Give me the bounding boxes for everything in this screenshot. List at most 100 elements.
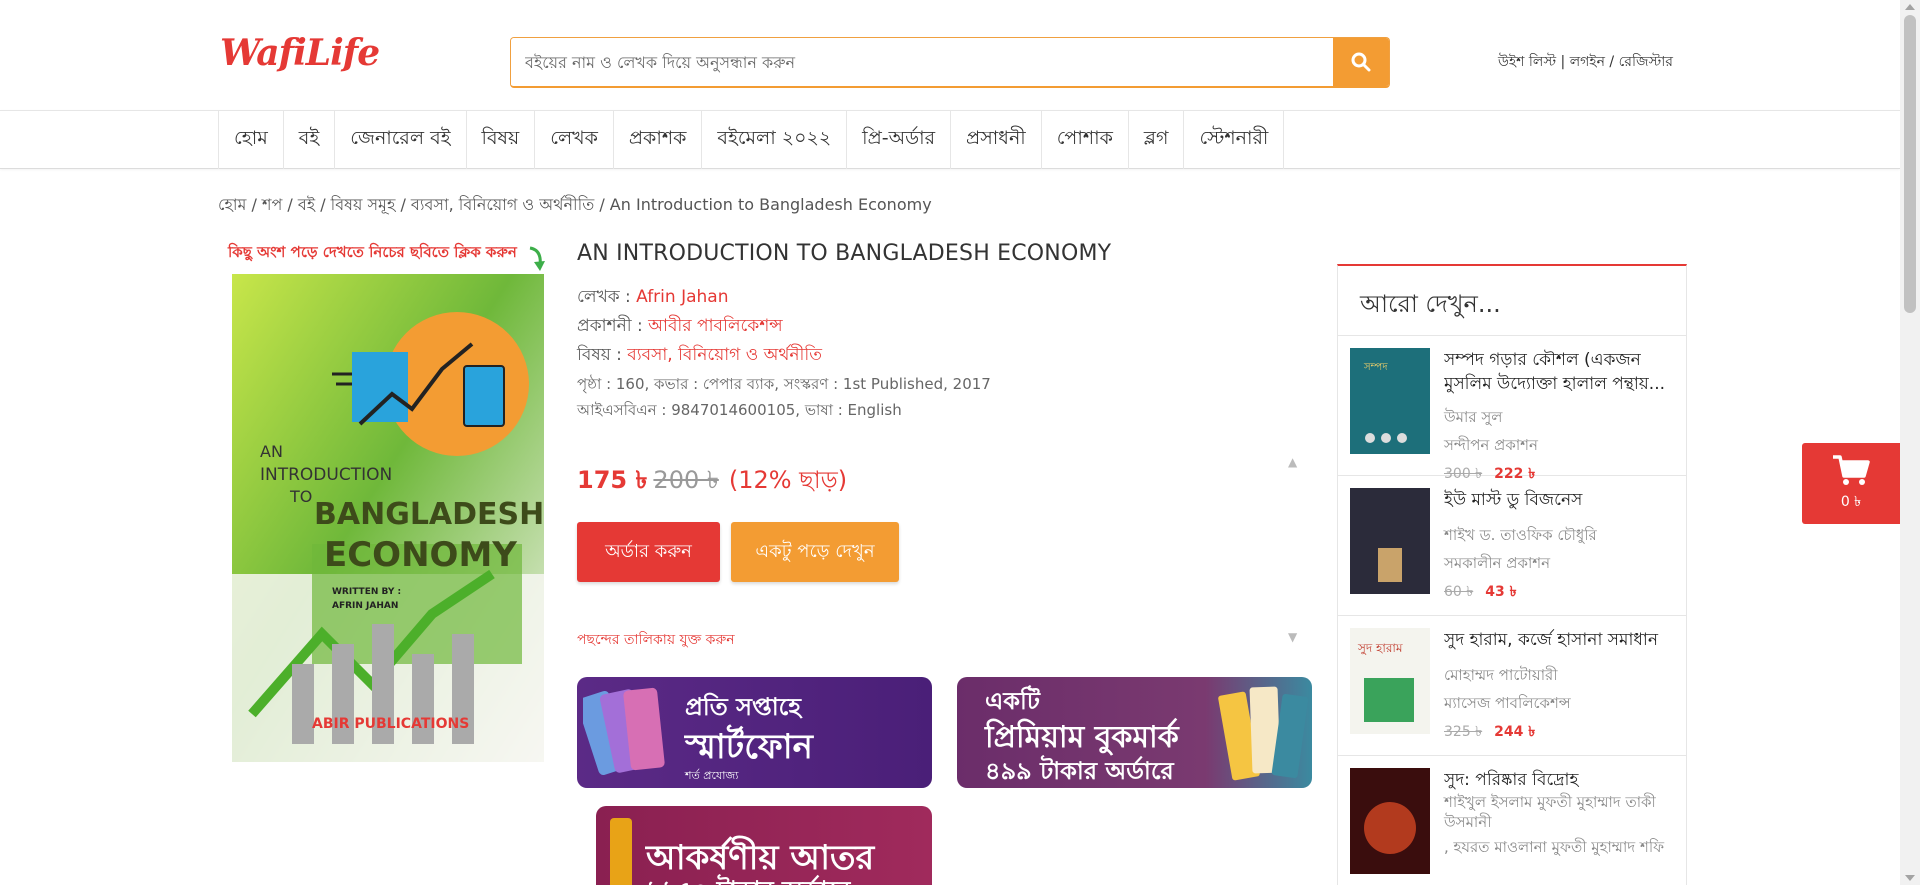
book-title[interactable]: সম্পদ গড়ার কৌশল (একজন মুসলিম উদ্যোক্তা … <box>1444 348 1674 396</box>
nav-item-clothing[interactable]: পোশাক <box>1042 111 1129 169</box>
nav-item-book-fair[interactable]: বইমেলা ২০২২ <box>702 111 848 169</box>
breadcrumb-sep: / <box>282 195 298 214</box>
nav-item-pre-order[interactable]: প্রি-অর্ডার <box>847 111 952 169</box>
list-item[interactable]: সুদ হারাম সুদ হারাম, কর্জে হাসানা সমাধান… <box>1338 616 1686 756</box>
book-publisher: , হযরত মাওলানা মুফতী মুহাম্মাদ শফি <box>1444 838 1665 856</box>
site-header: WafiLife উইশ লিস্ট | লগইন / রেজিস্টার <box>0 0 1900 110</box>
author-label: লেখক : <box>577 287 637 307</box>
subject-row: বিষয় : ব্যবসা, বিনিয়োগ ও অর্থনীতি <box>577 342 822 370</box>
cover-title-economy: ECONOMY <box>324 535 517 575</box>
book-thumbnail: সুদ হারাম <box>1350 628 1430 734</box>
scrollbar-thumb[interactable] <box>1904 15 1916 313</box>
promo-banner-smartphone[interactable]: প্রতি সপ্তাহে স্মার্টফোন শর্ত প্রযোজ্য <box>577 677 932 788</box>
svg-text:সুদ হারাম: সুদ হারাম <box>1357 641 1403 656</box>
add-to-wishlist-link[interactable]: পছন্দের তালিকায় যুক্ত করুন <box>577 628 735 652</box>
product-title: AN INTRODUCTION TO BANGLADESH ECONOMY <box>577 241 1112 266</box>
nav-item-authors[interactable]: লেখক <box>535 111 614 169</box>
banner3-sub: ১১৫০ টাকার অর্ডারে <box>646 872 850 885</box>
breadcrumb-shop[interactable]: শপ <box>262 195 282 214</box>
chevron-down-icon[interactable]: ▼ <box>1288 630 1297 644</box>
banner2-sub: ৪৯৯ টাকার অর্ডারে <box>985 757 1174 785</box>
book-details: পৃষ্ঠা : 160, কভার : পেপার ব্যাক, সংস্কর… <box>577 375 991 393</box>
nav-item-publishers[interactable]: প্রকাশক <box>614 111 703 169</box>
author-link[interactable]: Afrin Jahan <box>636 287 728 307</box>
nav-item-home[interactable]: হোম <box>219 111 284 169</box>
breadcrumb-subjects[interactable]: বিষয় সমূহ <box>331 195 396 214</box>
breadcrumb-sep: / <box>315 195 331 214</box>
main-nav: হোম বই জেনারেল বই বিষয় লেখক প্রকাশক বইম… <box>0 110 1900 169</box>
search-button[interactable] <box>1333 38 1389 86</box>
book-price: 60 ৳ 43 ৳ <box>1444 580 1517 604</box>
site-logo[interactable]: WafiLife <box>220 20 380 86</box>
wishlist-link[interactable]: উইশ লিস্ট <box>1498 54 1556 70</box>
book-author: শাইখুল ইসলাম মুফতী মুহাম্মাদ তাকী উসমানী <box>1444 793 1656 831</box>
book-price: 325 ৳ 244 ৳ <box>1444 720 1535 744</box>
peek-inside-hint: কিছু অংশ পড়ে দেখতে নিচের ছবিতে ক্লিক কর… <box>228 243 517 261</box>
breadcrumb-home[interactable]: হোম <box>218 195 246 214</box>
breadcrumb-sep: / <box>594 195 610 214</box>
book-publisher: ম্যাসেজ পাবলিকেশন্স <box>1444 694 1571 712</box>
nav-item-subjects[interactable]: বিষয় <box>467 111 536 169</box>
chevron-up-icon[interactable]: ▲ <box>1288 455 1297 469</box>
cover-written-by: WRITTEN BY : <box>332 587 401 597</box>
cover-title-to: TO <box>289 487 312 506</box>
related-books-panel: আরো দেখুন... সম্পদ সম্পদ গড়ার কৌশল (একজ… <box>1337 264 1687 885</box>
order-button[interactable]: অর্ডার করুন <box>577 522 720 582</box>
floating-cart[interactable]: 0 ৳ <box>1802 443 1900 524</box>
book-title[interactable]: সুদ: পরিষ্কার বিদ্রোহ <box>1444 768 1674 792</box>
list-item[interactable]: সুদ: পরিষ্কার বিদ্রোহ শাইখুল ইসলাম মুফতী… <box>1338 756 1686 885</box>
price-block: 175 ৳ 200 ৳ (12% ছাড়) <box>577 462 847 502</box>
nav-item-books[interactable]: বই <box>284 111 336 169</box>
breadcrumb-sep: / <box>395 195 411 214</box>
book-author: শাইখ ড. তাওফিক চৌধুরি <box>1444 526 1597 544</box>
publisher-link[interactable]: আবীর পাবলিকেশন্স <box>648 316 783 336</box>
register-link[interactable]: রেজিস্টার <box>1619 54 1673 70</box>
book-author: মোহাম্মদ পাটোয়ারী <box>1444 666 1558 684</box>
separator: | <box>1556 54 1570 70</box>
cover-publisher: ABIR PUBLICATIONS <box>312 716 469 732</box>
login-link[interactable]: লগইন <box>1570 54 1605 70</box>
breadcrumb-book[interactable]: বই <box>298 195 315 214</box>
page-scrollbar[interactable] <box>1900 0 1920 885</box>
old-price: 325 ৳ <box>1444 724 1483 740</box>
breadcrumb-category[interactable]: ব্যবসা, বিনিয়োগ ও অর্থনীতি <box>411 195 594 214</box>
nav-item-general-books[interactable]: জেনারেল বই <box>335 111 467 169</box>
book-title[interactable]: ইউ মাস্ট ডু বিজনেস <box>1444 488 1674 512</box>
original-price: 200 ৳ <box>653 466 719 494</box>
scroll-down-arrow[interactable] <box>1905 875 1915 881</box>
subject-link[interactable]: ব্যবসা, বিনিয়োগ ও অর্থনীতি <box>627 345 822 365</box>
publisher-label: প্রকাশনী : <box>577 316 649 336</box>
book-title[interactable]: সুদ হারাম, কর্জে হাসানা সমাধান <box>1444 628 1674 652</box>
subject-label: বিষয় : <box>577 345 628 365</box>
book-thumbnail: সম্পদ <box>1350 348 1430 454</box>
breadcrumb: হোম / শপ / বই / বিষয় সমূহ / ব্যবসা, বিন… <box>218 192 932 219</box>
search-input[interactable] <box>511 38 1333 86</box>
book-publisher: সমকালীন প্রকাশন <box>1444 554 1551 572</box>
publisher-row: প্রকাশনী : আবীর পাবলিকেশন্স <box>577 313 783 341</box>
nav-menu: হোম বই জেনারেল বই বিষয় লেখক প্রকাশক বইম… <box>218 111 1285 169</box>
promo-banner-attar[interactable]: আকর্ষণীয় আতর ১১৫০ টাকার অর্ডারে <box>596 806 932 885</box>
breadcrumb-current: An Introduction to Bangladesh Economy <box>609 195 932 214</box>
nav-item-stationery[interactable]: স্টেশনারী <box>1184 111 1285 169</box>
svg-text:সম্পদ: সম্পদ <box>1363 362 1388 373</box>
book-thumbnail <box>1350 768 1430 874</box>
list-item[interactable]: ইউ মাস্ট ডু বিজনেস শাইখ ড. তাওফিক চৌধুরি… <box>1338 476 1686 616</box>
scroll-up-arrow[interactable] <box>1905 4 1915 10</box>
list-item[interactable]: সম্পদ সম্পদ গড়ার কৌশল (একজন মুসলিম উদ্য… <box>1338 336 1686 482</box>
new-price: 43 ৳ <box>1485 584 1517 600</box>
shopping-cart-icon <box>1833 454 1870 485</box>
logo-text: WafiLife <box>220 32 380 74</box>
book-cover[interactable]: AN INTRODUCTION TO BANGLADESH ECONOMY WR… <box>232 274 544 762</box>
nav-item-blog[interactable]: ব্লগ <box>1129 111 1185 169</box>
promo-banner-bookmark[interactable]: একটি প্রিমিয়াম বুকমার্ক ৪৯৯ টাকার অর্ডা… <box>957 677 1312 788</box>
breadcrumb-sep: / <box>246 195 262 214</box>
banner1-note: শর্ত প্রযোজ্য <box>685 769 739 782</box>
cart-total: 0 ৳ <box>1840 493 1862 510</box>
cover-title-bangladesh: BANGLADESH <box>314 497 544 532</box>
book-cover-art: AN INTRODUCTION TO BANGLADESH ECONOMY WR… <box>232 274 544 762</box>
read-preview-button[interactable]: একটু পড়ে দেখুন <box>731 522 899 582</box>
nav-item-cosmetics[interactable]: প্রসাধনী <box>951 111 1042 169</box>
current-price: 175 ৳ <box>577 466 648 494</box>
related-books-heading: আরো দেখুন... <box>1338 266 1686 336</box>
search-bar <box>510 37 1390 88</box>
